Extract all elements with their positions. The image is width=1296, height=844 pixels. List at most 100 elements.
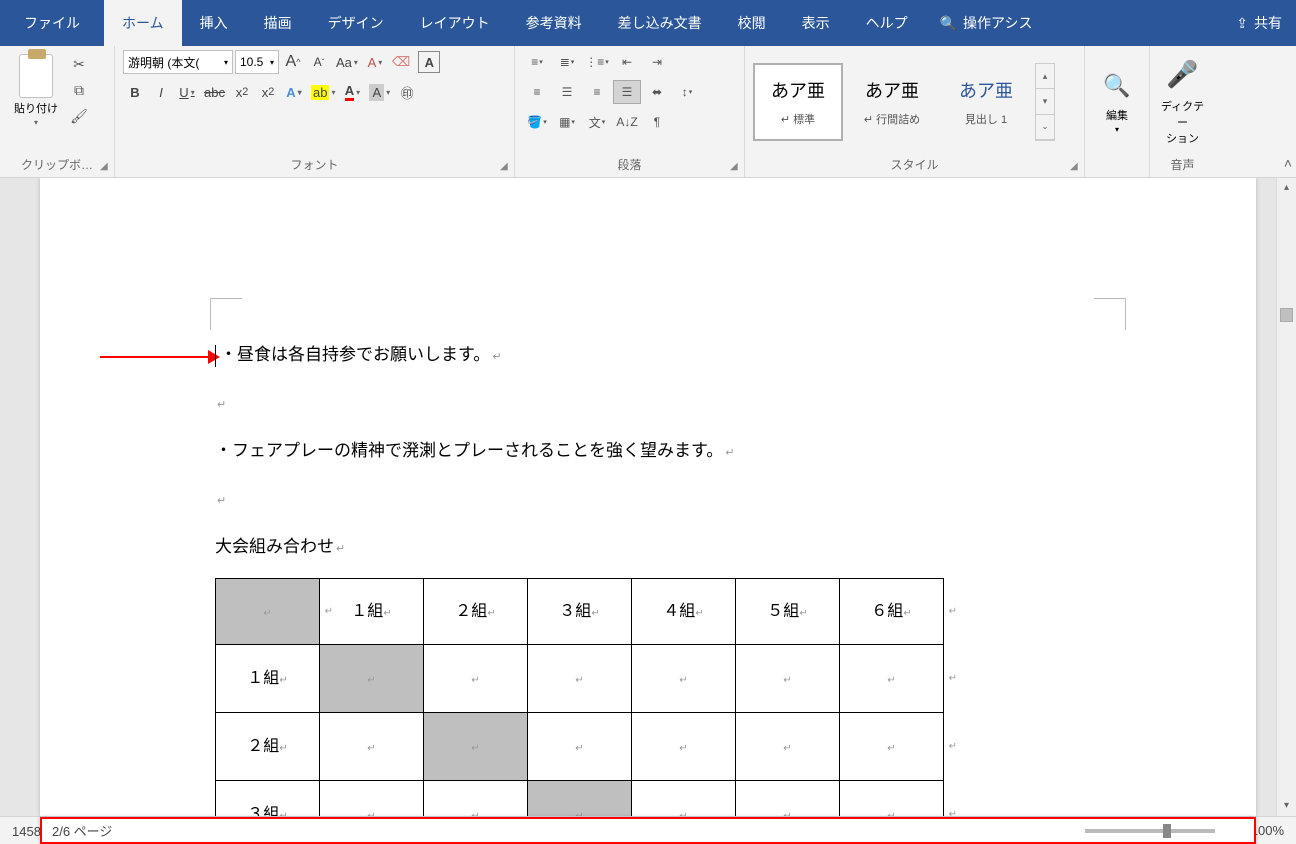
vertical-scrollbar[interactable]: ▴ ▾ [1276,178,1296,816]
table-cell[interactable]: ↵ [528,781,632,817]
scroll-down-icon[interactable]: ▾ [1036,89,1054,114]
table-cell[interactable]: ５組↵ [736,579,840,645]
bold-button[interactable]: B [123,80,147,104]
dialog-launcher-icon[interactable]: ◢ [1070,161,1082,173]
table-cell[interactable]: ↵ [320,781,424,817]
styles-gallery-more[interactable]: ▴ ▾ ⌄ [1035,63,1055,141]
tab-insert[interactable]: 挿入 [182,0,246,46]
tab-references[interactable]: 参考資料 [508,0,600,46]
tab-draw[interactable]: 描画 [246,0,310,46]
scrollbar-thumb[interactable] [1280,308,1293,322]
table-cell[interactable]: ６組↵↵ [840,579,944,645]
microphone-icon[interactable]: 🎤 [1166,59,1198,90]
subscript-button[interactable]: x2 [230,80,254,104]
numbering-button[interactable]: ≣ [553,50,581,74]
style-no-spacing[interactable]: あア亜 ↵ 行間詰め [847,63,937,141]
expand-icon[interactable]: ⌄ [1036,115,1054,140]
tab-view[interactable]: 表示 [784,0,848,46]
phonetic-guide-button[interactable]: A [363,50,387,74]
table-cell[interactable]: ↵ [632,645,736,713]
table-cell[interactable]: ↵↵ [840,645,944,713]
table-cell[interactable]: ↵↵ [840,713,944,781]
page[interactable]: ・昼食は各自持参でお願いします。 ・フェアプレーの精神で溌溂とプレーされることを… [40,178,1256,816]
shrink-font-button[interactable]: Aˇ [307,50,331,74]
collapse-ribbon-button[interactable]: ˄ [1284,155,1292,171]
table-cell[interactable]: ２組↵ [216,713,320,781]
underline-button[interactable]: U [175,80,199,104]
tab-layout[interactable]: レイアウト [402,0,508,46]
highlight-button[interactable]: ab [308,80,338,104]
table-cell[interactable]: ２組↵ [424,579,528,645]
table-cell[interactable]: ↵ [736,713,840,781]
tab-design[interactable]: デザイン [310,0,402,46]
grow-font-button[interactable]: A^ [281,50,305,74]
table-cell[interactable]: ↵↵ [840,781,944,817]
table-cell[interactable]: １組↵ [216,645,320,713]
change-case-button[interactable]: Aa [333,50,361,74]
table-cell[interactable]: １組↵ [320,579,424,645]
align-left-button[interactable]: ≡ [523,80,551,104]
line-spacing-button[interactable]: ↕ [673,80,701,104]
table-cell[interactable]: ↵ [736,781,840,817]
borders-button[interactable]: ▦ [553,110,581,134]
table-cell[interactable]: ↵ [528,713,632,781]
document-area[interactable]: ・昼食は各自持参でお願いします。 ・フェアプレーの精神で溌溂とプレーされることを… [0,178,1296,816]
decrease-indent-button[interactable]: ⇤ [613,50,641,74]
sort-button[interactable]: A↓Z [613,110,641,134]
zoom-slider[interactable] [1085,829,1215,833]
superscript-button[interactable]: x2 [256,80,280,104]
enclose-button[interactable]: ㊞ [395,80,419,104]
text-direction-button[interactable]: 文 [583,110,611,134]
increase-indent-button[interactable]: ⇥ [643,50,671,74]
table-cell[interactable]: ↵ [736,645,840,713]
scroll-down-icon[interactable]: ▾ [1277,796,1296,816]
table-cell[interactable]: ４組↵ [632,579,736,645]
tab-review[interactable]: 校閲 [720,0,784,46]
tab-home[interactable]: ホーム [104,0,182,46]
dialog-launcher-icon[interactable]: ◢ [730,161,742,173]
enclose-characters-button[interactable]: A [415,50,443,74]
table-cell[interactable]: ↵ [424,781,528,817]
share-button[interactable]: ⇪共有 [1222,0,1296,46]
italic-button[interactable]: I [149,80,173,104]
cut-button[interactable]: ✂ [68,54,90,74]
dialog-launcher-icon[interactable]: ◢ [500,161,512,173]
font-name-combo[interactable]: 游明朝 (本文(▾ [123,50,233,74]
tab-help[interactable]: ヘルプ [848,0,926,46]
table-cell[interactable]: ↵ [528,645,632,713]
page-number-status[interactable]: 2/6 ページ [40,817,1256,844]
document-content[interactable]: ・昼食は各自持参でお願いします。 ・フェアプレーの精神で溌溂とプレーされることを… [215,338,1126,816]
bullets-button[interactable]: ≡ [523,50,551,74]
scroll-up-icon[interactable]: ▴ [1277,178,1296,198]
shading-button[interactable]: 🪣 [523,110,551,134]
find-icon[interactable]: 🔍 [1103,73,1130,99]
table-cell[interactable]: ↵ [424,713,528,781]
table-cell[interactable]: ↵↵ [216,579,320,645]
font-size-combo[interactable]: 10.5▾ [235,50,279,74]
table-cell[interactable]: ↵ [320,645,424,713]
style-heading1[interactable]: あア亜 見出し 1 [941,63,1031,141]
format-painter-button[interactable]: 🖌 [68,106,90,126]
paste-button[interactable]: 貼り付け ▾ [8,50,64,127]
font-color-button[interactable]: A [340,80,364,104]
table-cell[interactable]: ↵ [424,645,528,713]
distribute-button[interactable]: ⬌ [643,80,671,104]
character-shading-button[interactable]: A [366,80,393,104]
table-cell[interactable]: ３組↵ [528,579,632,645]
tab-file[interactable]: ファイル [0,0,104,46]
table-cell[interactable]: ３組↵ [216,781,320,817]
show-marks-button[interactable]: ¶ [643,110,671,134]
tab-mailings[interactable]: 差し込み文書 [600,0,720,46]
match-table[interactable]: ↵↵ １組↵ ２組↵ ３組↵ ４組↵ ５組↵ ６組↵↵ １組↵ ↵ ↵ ↵ ↵ … [215,578,944,816]
align-right-button[interactable]: ≡ [583,80,611,104]
align-center-button[interactable]: ☰ [553,80,581,104]
tell-me[interactable]: 🔍操作アシス [926,0,1047,46]
justify-button[interactable]: ☰ [613,80,641,104]
multilevel-list-button[interactable]: ⋮≡ [583,50,611,74]
style-normal[interactable]: あア亜 ↵ 標準 [753,63,843,141]
strikethrough-button[interactable]: abc [201,80,228,104]
zoom-thumb[interactable] [1163,824,1171,838]
table-cell[interactable]: ↵ [632,713,736,781]
copy-button[interactable]: ⧉ [68,80,90,100]
scroll-up-icon[interactable]: ▴ [1036,64,1054,89]
